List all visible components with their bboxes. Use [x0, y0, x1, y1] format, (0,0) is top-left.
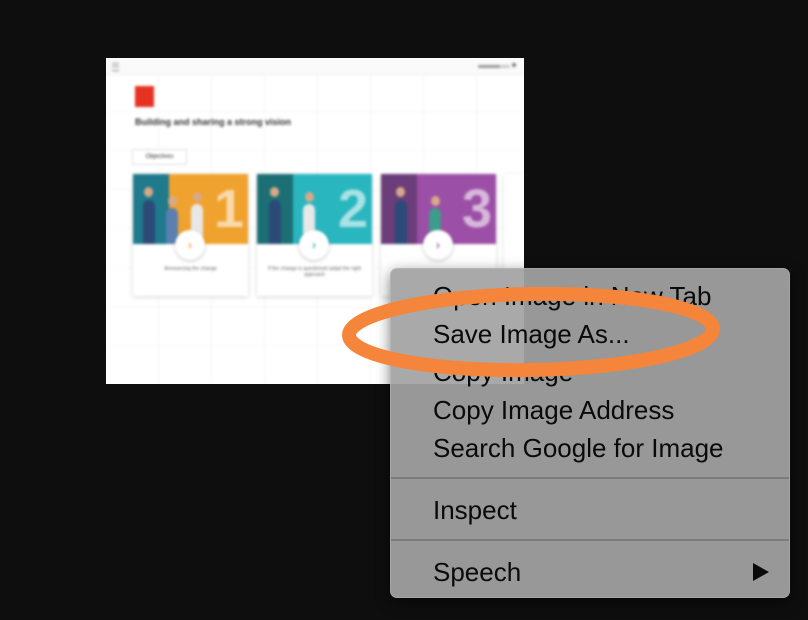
lesson-number: 1 [213, 179, 244, 239]
menu-item-save-image-as[interactable]: Save Image As... [433, 316, 769, 352]
context-menu: Open Image in New Tab Save Image As... C… [390, 268, 790, 598]
brand-logo [135, 86, 154, 107]
course-topbar [106, 58, 524, 75]
submenu-arrow-icon [753, 563, 769, 581]
menu-separator [391, 477, 789, 479]
menu-item-speech[interactable]: Speech [433, 554, 769, 590]
course-progress-fill [478, 65, 501, 68]
user-icon [512, 63, 516, 67]
lesson-number: 2 [337, 179, 368, 239]
menu-separator [391, 539, 789, 541]
lesson-card-2[interactable]: 2 › If the change is questioned adapt th… [257, 174, 372, 296]
lesson-card-1[interactable]: 1 › Announcing the change [133, 174, 248, 296]
desktop-stage: Building and sharing a strong vision Obj… [0, 0, 808, 620]
lesson-number: 3 [461, 179, 492, 239]
chevron-right-icon[interactable]: › [423, 230, 453, 260]
objectives-button[interactable]: Objectives [132, 149, 187, 165]
menu-item-search-google-for-image[interactable]: Search Google for Image [433, 430, 769, 466]
lesson-caption: Announcing the change [164, 266, 217, 272]
menu-item-copy-image-address[interactable]: Copy Image Address [433, 392, 769, 428]
menu-icon [112, 63, 119, 71]
menu-item-speech-label: Speech [433, 557, 522, 587]
menu-item-copy-image[interactable]: Copy Image [433, 354, 769, 390]
course-progress [478, 65, 510, 68]
menu-item-open-image-new-tab[interactable]: Open Image in New Tab [433, 278, 769, 314]
chevron-right-icon[interactable]: › [299, 230, 329, 260]
course-title: Building and sharing a strong vision [135, 117, 292, 127]
lesson-caption: If the change is questioned adapt the ri… [267, 266, 362, 278]
chevron-right-icon[interactable]: › [175, 230, 205, 260]
menu-item-inspect[interactable]: Inspect [433, 492, 769, 528]
